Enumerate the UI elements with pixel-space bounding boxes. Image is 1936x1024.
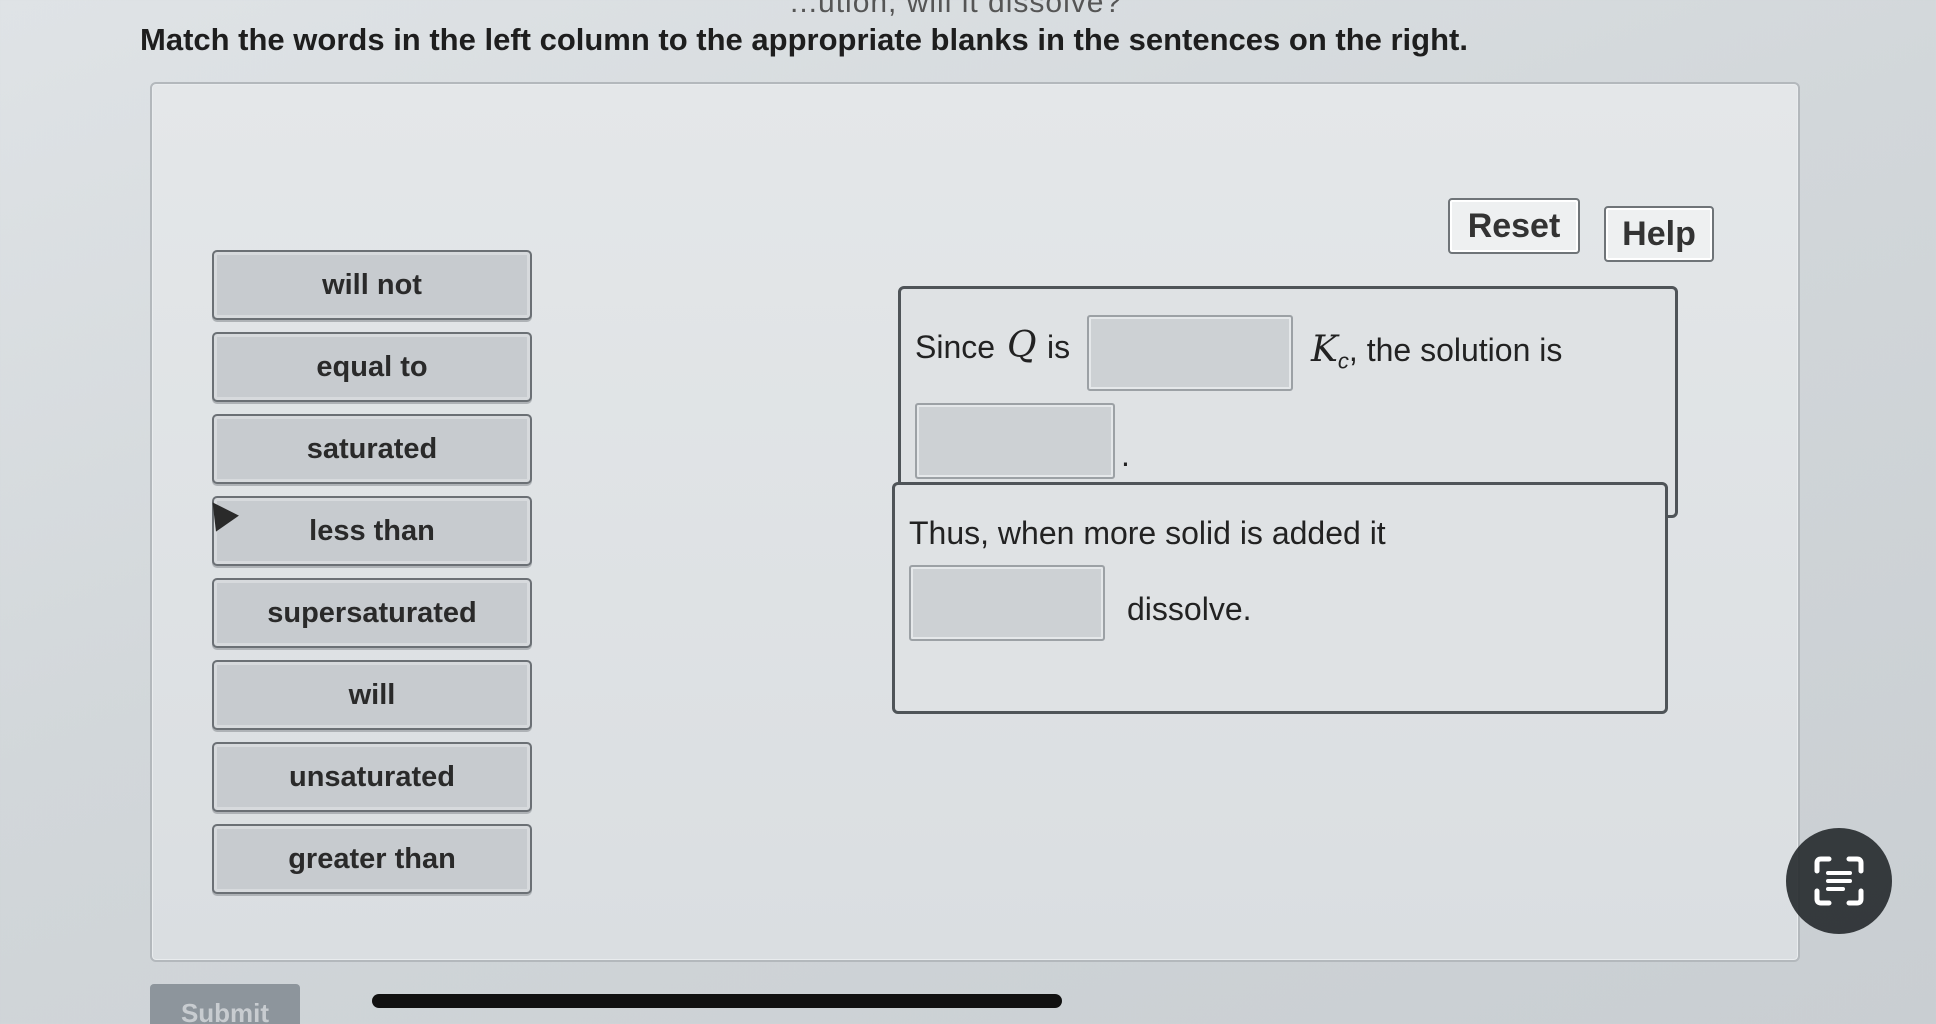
question-fragment: ...ution, will it dissolve?	[790, 0, 1123, 19]
sentence-1-text-is: is	[1047, 329, 1071, 365]
word-bank: will not equal to saturated less than su…	[212, 250, 534, 906]
word-tile-equal-to[interactable]: equal to	[212, 332, 532, 402]
word-tile-unsaturated[interactable]: unsaturated	[212, 742, 532, 812]
word-tile-less-than[interactable]: less than	[212, 496, 532, 566]
variable-q: Q	[1007, 325, 1037, 366]
word-tile-will-not[interactable]: will not	[212, 250, 532, 320]
word-tile-supersaturated[interactable]: supersaturated	[212, 578, 532, 648]
variable-k: K	[1311, 329, 1338, 370]
blank-slot-1[interactable]	[1087, 315, 1293, 391]
live-text-button[interactable]	[1786, 828, 1892, 934]
instruction-text: Match the words in the left column to th…	[140, 22, 1468, 57]
sentence-2-text-dissolve: dissolve.	[1127, 591, 1252, 627]
word-tile-greater-than[interactable]: greater than	[212, 824, 532, 894]
sentence-1-text-solution-is: , the solution is	[1348, 332, 1563, 368]
reset-button[interactable]: Reset	[1448, 198, 1580, 254]
variable-k-subscript: c	[1337, 348, 1349, 374]
kc-expression: Kc, the solution is	[1311, 329, 1562, 374]
sentence-box-2: Thus, when more solid is added it dissol…	[892, 482, 1668, 714]
word-tile-will[interactable]: will	[212, 660, 532, 730]
blank-slot-3[interactable]	[909, 565, 1105, 641]
sentence-1-period: .	[1121, 437, 1130, 473]
blank-slot-2[interactable]	[915, 403, 1115, 479]
home-indicator[interactable]	[372, 994, 1062, 1008]
submit-button[interactable]: Submit	[150, 984, 300, 1024]
text-scan-icon	[1814, 856, 1864, 906]
sentence-2-text-thus: Thus, when more solid is added it	[909, 515, 1386, 551]
help-button[interactable]: Help	[1604, 206, 1714, 262]
word-tile-saturated[interactable]: saturated	[212, 414, 532, 484]
sentence-1-text-since: Since	[915, 329, 996, 365]
